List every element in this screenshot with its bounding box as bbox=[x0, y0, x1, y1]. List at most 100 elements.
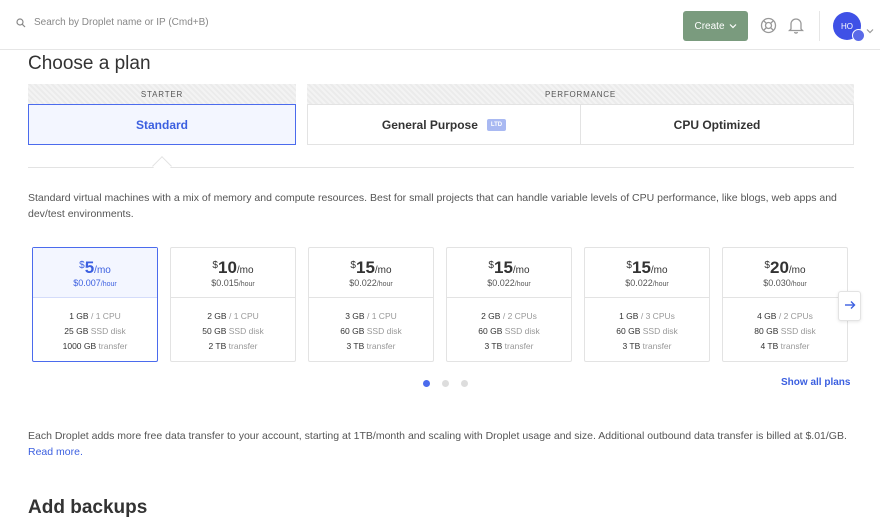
plan-price: $15/mo $0.022/hour bbox=[585, 248, 709, 298]
spec-transfer: 3 TB bbox=[622, 341, 641, 351]
plan-price: $15/mo $0.022/hour bbox=[309, 248, 433, 298]
plan-price: $20/mo $0.030/hour bbox=[723, 248, 847, 298]
spec-memory: 2 GB bbox=[481, 311, 501, 321]
transfer-note: Each Droplet adds more free data transfe… bbox=[28, 428, 854, 460]
avatar-initials: HO bbox=[841, 21, 853, 31]
hourly-amount: $0.015 bbox=[211, 278, 239, 288]
spec-transfer: 3 TB bbox=[346, 341, 365, 351]
spec-transfer-row: 3 TB transfer bbox=[585, 339, 709, 354]
plan-card[interactable]: $15/mo $0.022/hour 1 GB / 3 CPUs 60 GB SSD … bbox=[584, 247, 710, 362]
spec-disk-unit: SSD disk bbox=[780, 326, 816, 336]
hourly-unit: /hour bbox=[790, 281, 807, 288]
hourly-price: $0.030/hour bbox=[723, 278, 847, 288]
top-bar: Search by Droplet name or IP (Cmd+B) Cre… bbox=[0, 0, 880, 50]
price-amount: 15 bbox=[493, 258, 513, 277]
spec-transfer-row: 1000 GB transfer bbox=[33, 339, 157, 354]
spec-disk-unit: SSD disk bbox=[90, 326, 126, 336]
next-plans-button[interactable] bbox=[838, 291, 861, 321]
search-input[interactable]: Search by Droplet name or IP (Cmd+B) bbox=[34, 17, 209, 28]
plan-price: $10/mo $0.015/hour bbox=[171, 248, 295, 298]
spec-transfer-row: 3 TB transfer bbox=[309, 339, 433, 354]
plan-specs: 3 GB / 1 CPU 60 GB SSD disk 3 TB transfer bbox=[309, 298, 433, 354]
plan-card[interactable]: $5/mo $0.007/hour 1 GB / 1 CPU 25 GB SSD di… bbox=[32, 247, 158, 362]
plan-card[interactable]: $10/mo $0.015/hour 2 GB / 1 CPU 50 GB SSD d… bbox=[170, 247, 296, 362]
plan-card[interactable]: $15/mo $0.022/hour 2 GB / 2 CPUs 60 GB SSD … bbox=[446, 247, 572, 362]
hourly-unit: /hour bbox=[652, 281, 669, 288]
plan-specs: 4 GB / 2 CPUs 80 GB SSD disk 4 TB transfer bbox=[723, 298, 847, 354]
hourly-price: $0.015/hour bbox=[171, 278, 295, 288]
spec-transfer-unit: transfer bbox=[228, 341, 258, 351]
price-amount: 15 bbox=[355, 258, 375, 277]
spec-memory-cpu: 3 GB / 1 CPU bbox=[345, 311, 397, 321]
spec-memory: 3 GB bbox=[345, 311, 365, 321]
backups-title: Add backups bbox=[28, 497, 148, 518]
spec-disk-row: 25 GB SSD disk bbox=[33, 324, 157, 339]
chevron-down-icon[interactable] bbox=[866, 21, 874, 39]
spec-disk-unit: SSD disk bbox=[366, 326, 402, 336]
spec-disk: 60 GB bbox=[478, 326, 503, 336]
tab-standard-label: Standard bbox=[135, 117, 188, 132]
plan-card[interactable]: $20/mo $0.030/hour 4 GB / 2 CPUs 80 GB SSD … bbox=[722, 247, 848, 362]
tab-standard[interactable]: Standard bbox=[28, 104, 296, 145]
bell-icon[interactable] bbox=[787, 16, 805, 39]
plan-specs: 1 GB / 3 CPUs 60 GB SSD disk 3 TB transfer bbox=[585, 298, 709, 354]
tab-cpu-optimized[interactable]: CPU Optimized bbox=[580, 104, 854, 145]
plan-price: $5/mo $0.007/hour bbox=[33, 248, 157, 298]
tab-general-purpose-label: General Purpose bbox=[381, 117, 478, 132]
monthly-price: $15/mo bbox=[585, 258, 709, 278]
pagination-dot[interactable] bbox=[423, 380, 430, 387]
spec-disk-unit: SSD disk bbox=[228, 326, 264, 336]
read-more-link[interactable]: Read more. bbox=[28, 446, 83, 458]
page-title: Choose a plan bbox=[28, 53, 151, 74]
hourly-price: $0.007/hour bbox=[33, 278, 157, 288]
show-all-plans-link[interactable]: Show all plans bbox=[781, 377, 850, 388]
help-lifebuoy-icon[interactable] bbox=[760, 17, 777, 39]
pagination-dot[interactable] bbox=[442, 380, 449, 387]
spec-disk-row: 80 GB SSD disk bbox=[723, 324, 847, 339]
hourly-price: $0.022/hour bbox=[447, 278, 571, 288]
spec-disk: 25 GB bbox=[64, 326, 89, 336]
create-button-label: Create bbox=[694, 20, 725, 32]
price-period: /mo bbox=[94, 265, 111, 276]
tab-cpu-optimized-label: CPU Optimized bbox=[673, 117, 761, 132]
tab-general-purpose[interactable]: General Purpose LTD bbox=[307, 104, 581, 145]
hourly-amount: $0.022 bbox=[625, 278, 653, 288]
hourly-unit: /hour bbox=[100, 281, 117, 288]
plan-card[interactable]: $15/mo $0.022/hour 3 GB / 1 CPU 60 GB SSD d… bbox=[308, 247, 434, 362]
price-period: /mo bbox=[374, 265, 392, 276]
arrow-right-icon bbox=[844, 297, 856, 315]
spec-memory-cpu: 4 GB / 2 CPUs bbox=[757, 311, 813, 321]
ltd-badge: LTD bbox=[486, 118, 507, 131]
price-period: /mo bbox=[512, 265, 530, 276]
hourly-unit: /hour bbox=[376, 281, 393, 288]
tab-caret bbox=[152, 156, 172, 176]
spec-disk: 60 GB bbox=[340, 326, 365, 336]
search-bar[interactable]: Search by Droplet name or IP (Cmd+B) bbox=[16, 17, 209, 28]
spec-transfer-unit: transfer bbox=[366, 341, 396, 351]
spec-disk: 80 GB bbox=[754, 326, 779, 336]
pagination-dot[interactable] bbox=[461, 380, 468, 387]
hourly-amount: $0.007 bbox=[73, 278, 101, 288]
spec-disk-row: 50 GB SSD disk bbox=[171, 324, 295, 339]
spec-transfer-row: 3 TB transfer bbox=[447, 339, 571, 354]
spec-memory-cpu: 2 GB / 2 CPUs bbox=[481, 311, 537, 321]
performance-group-label: PERFORMANCE bbox=[307, 84, 854, 104]
spec-disk: 60 GB bbox=[616, 326, 641, 336]
plan-price: $15/mo $0.022/hour bbox=[447, 248, 571, 298]
hourly-unit: /hour bbox=[238, 281, 255, 288]
spec-cpu: 3 CPUs bbox=[645, 311, 675, 321]
pagination-dots bbox=[423, 380, 468, 387]
create-button[interactable]: Create bbox=[683, 11, 748, 41]
price-period: /mo bbox=[236, 265, 254, 276]
spec-disk-row: 60 GB SSD disk bbox=[447, 324, 571, 339]
spec-cpu: 1 CPU bbox=[371, 311, 397, 321]
spec-cpu: 1 CPU bbox=[233, 311, 259, 321]
spec-memory: 1 GB bbox=[69, 311, 89, 321]
spec-memory: 2 GB bbox=[207, 311, 227, 321]
transfer-note-text: Each Droplet adds more free data transfe… bbox=[28, 430, 847, 442]
monthly-price: $10/mo bbox=[171, 258, 295, 278]
plan-specs: 1 GB / 1 CPU 25 GB SSD disk 1000 GB transf… bbox=[33, 298, 157, 354]
price-amount: 5 bbox=[84, 258, 95, 277]
chevron-down-icon bbox=[729, 21, 737, 32]
spec-disk-unit: SSD disk bbox=[642, 326, 678, 336]
